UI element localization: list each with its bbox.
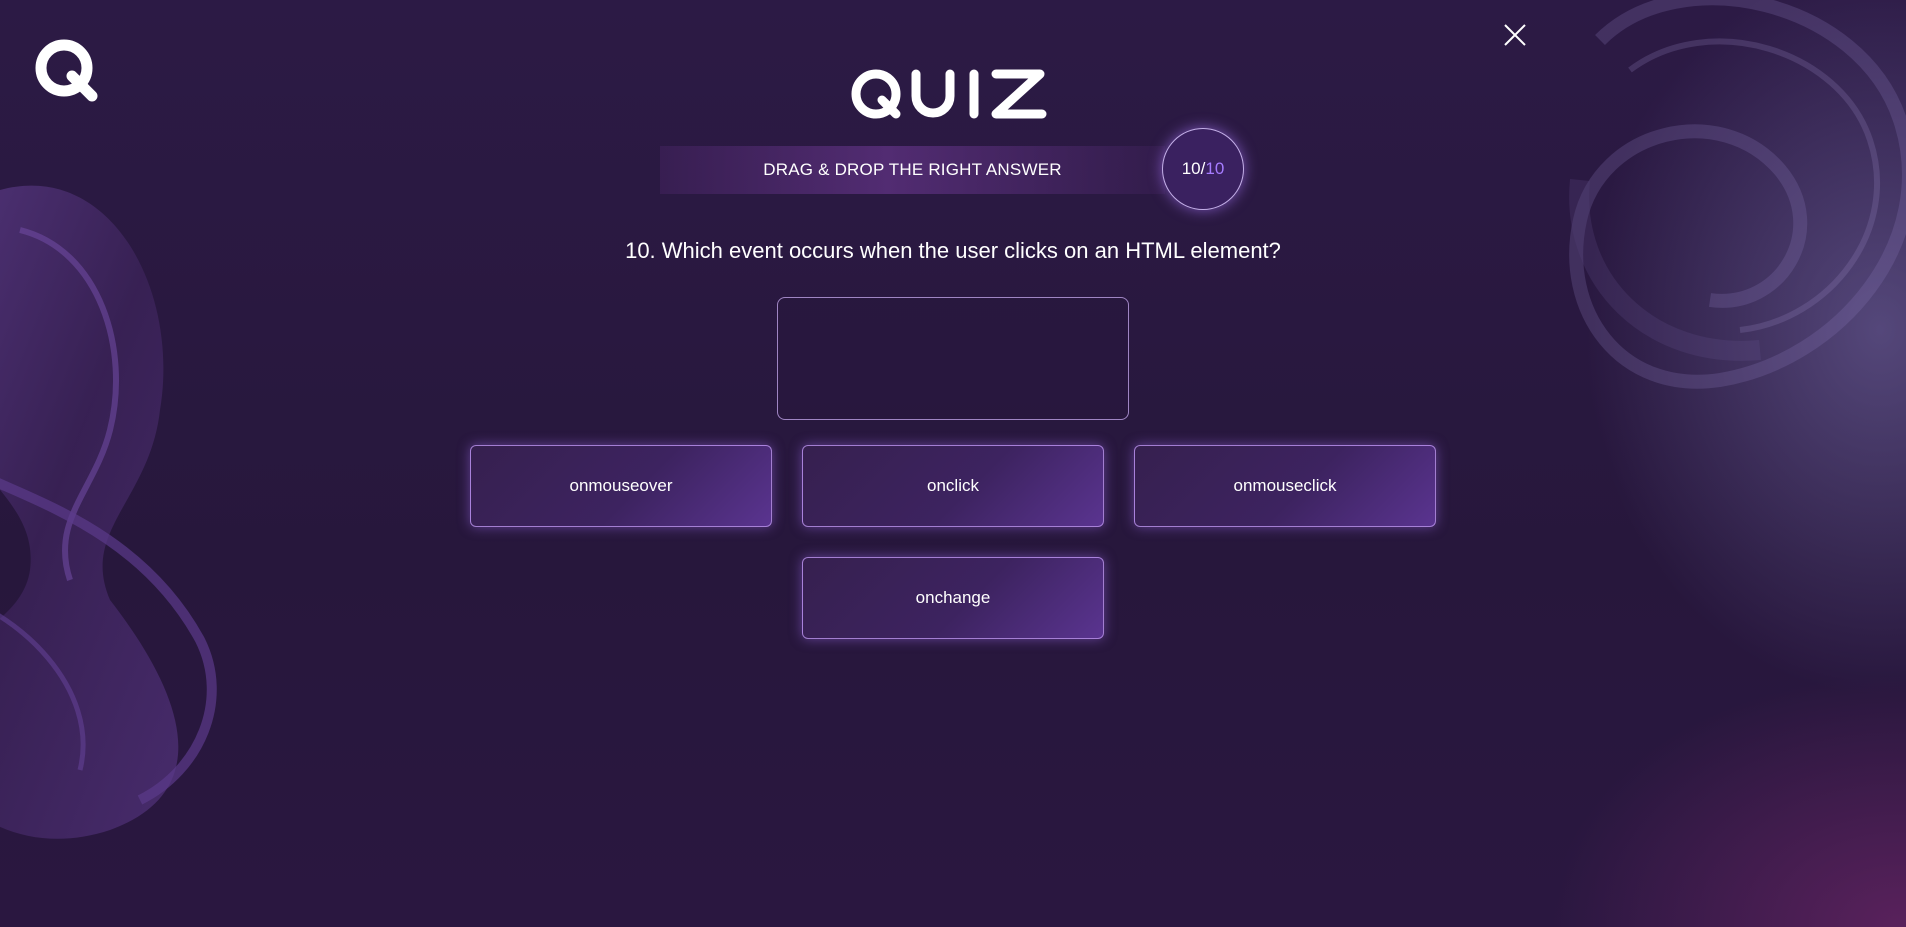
quiz-logo-title	[850, 58, 1056, 130]
decorative-swirl-right	[1569, 0, 1906, 389]
answer-option-onmouseover[interactable]: onmouseover	[470, 445, 772, 527]
instruction-banner: DRAG & DROP THE RIGHT ANSWER	[660, 146, 1165, 194]
question-counter: 10/10	[1162, 128, 1244, 210]
decorative-silk-left	[0, 185, 217, 839]
counter-current: 10/	[1181, 159, 1206, 178]
answer-drop-zone[interactable]	[777, 297, 1129, 420]
close-icon[interactable]	[1500, 20, 1530, 50]
quiz-wordmark	[851, 69, 1047, 119]
answer-option-onchange[interactable]: onchange	[802, 557, 1104, 639]
counter-total: 10	[1205, 159, 1225, 178]
question-text: 10. Which event occurs when the user cli…	[625, 238, 1281, 263]
answer-option-onclick[interactable]: onclick	[802, 445, 1104, 527]
answer-option-onmouseclick[interactable]: onmouseclick	[1134, 445, 1436, 527]
q-logo-icon[interactable]	[32, 36, 104, 108]
instruction-text: DRAG & DROP THE RIGHT ANSWER	[763, 160, 1062, 179]
